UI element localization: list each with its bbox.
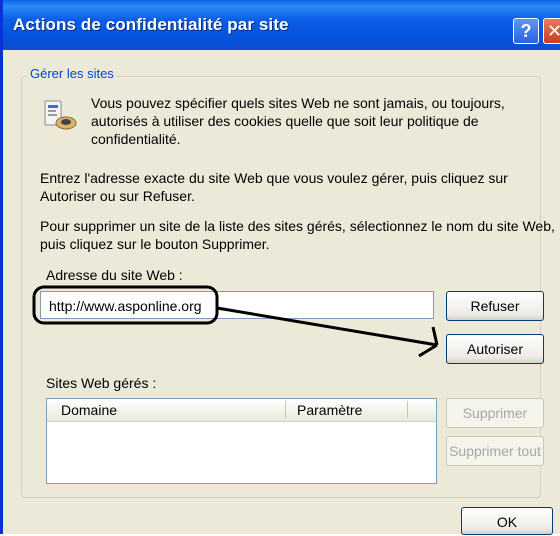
privacy-info-icon bbox=[44, 100, 77, 130]
remove-all-button[interactable]: Supprimer tout bbox=[446, 436, 544, 466]
instructions-line-3: Pour supprimer un site de la liste des s… bbox=[40, 218, 555, 234]
managed-sites-label: Sites Web gérés : bbox=[46, 375, 157, 391]
column-setting[interactable]: Paramètre bbox=[297, 402, 362, 418]
title-bar[interactable]: Actions de confidentialité par site ? ✕ bbox=[3, 0, 560, 50]
list-header: Domaine Paramètre bbox=[47, 399, 436, 422]
close-x-icon: ✕ bbox=[546, 21, 560, 41]
instructions-line-1: Entrez l'adresse exacte du site Web que … bbox=[40, 170, 508, 186]
info-line-3: confidentialité. bbox=[91, 131, 181, 147]
column-domain[interactable]: Domaine bbox=[61, 402, 117, 418]
help-question-icon: ? bbox=[520, 21, 532, 41]
info-line-2: autorisés à utiliser des cookies quelle … bbox=[91, 113, 479, 129]
instructions-line-4: puis cliquez sur le bouton Supprimer. bbox=[40, 236, 270, 252]
managed-sites-list[interactable]: Domaine Paramètre bbox=[46, 398, 437, 484]
instructions-line-2: Autoriser ou sur Refuser. bbox=[40, 188, 195, 204]
ok-button[interactable]: OK bbox=[461, 507, 553, 535]
column-separator bbox=[407, 401, 408, 418]
refuse-button[interactable]: Refuser bbox=[446, 291, 544, 321]
remove-button[interactable]: Supprimer bbox=[446, 398, 544, 428]
window-title: Actions de confidentialité par site bbox=[13, 15, 289, 34]
address-label: Adresse du site Web : bbox=[46, 267, 183, 283]
group-legend: Gérer les sites bbox=[27, 66, 117, 81]
column-separator bbox=[285, 401, 286, 418]
dialog-window: Actions de confidentialité par site ? ✕ … bbox=[0, 0, 560, 535]
allow-button[interactable]: Autoriser bbox=[446, 334, 544, 364]
close-button[interactable]: ✕ bbox=[543, 18, 560, 44]
address-input[interactable]: http://www.asponline.org bbox=[40, 291, 434, 319]
help-button[interactable]: ? bbox=[513, 18, 539, 44]
info-line-1: Vous pouvez spécifier quels sites Web ne… bbox=[91, 95, 505, 111]
